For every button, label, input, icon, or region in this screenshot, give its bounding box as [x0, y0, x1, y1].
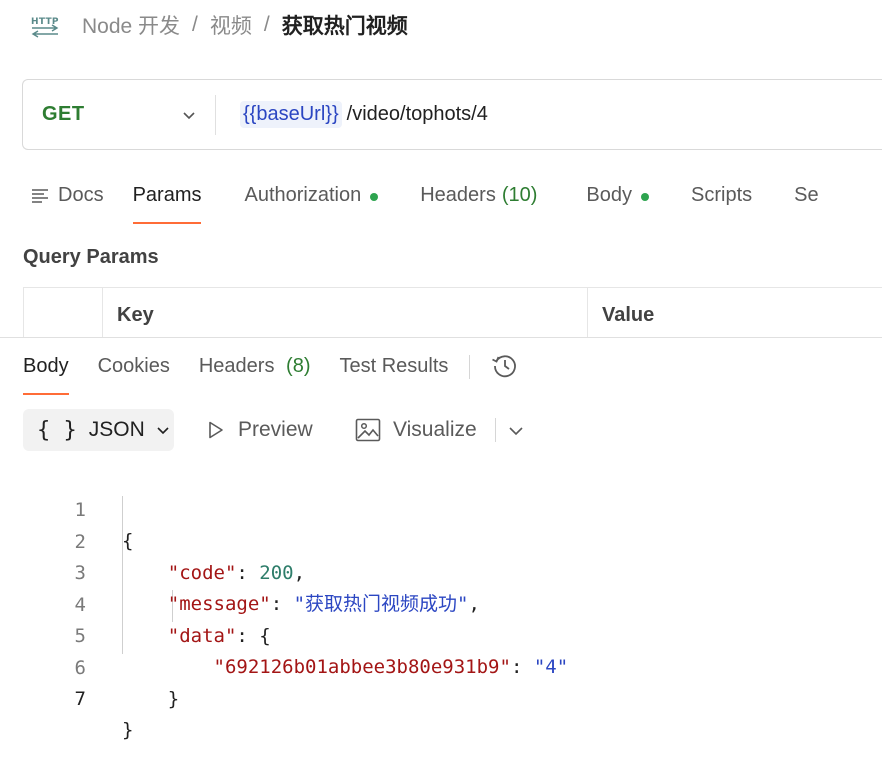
history-icon[interactable] — [491, 352, 519, 380]
query-params-title: Query Params — [23, 246, 159, 268]
params-checkbox-column — [24, 288, 103, 338]
line-number: 1 — [74, 499, 86, 521]
breadcrumb-collection[interactable]: Node 开发 — [82, 10, 180, 40]
response-tabs: Body Cookies Headers (8) Test Results — [23, 340, 519, 395]
code-text: "data": { — [167, 624, 271, 647]
format-select[interactable]: { } JSON — [23, 409, 174, 451]
request-tabs: Docs Params Authorization Headers (10) B… — [31, 174, 819, 224]
response-tab-test-results[interactable]: Test Results — [339, 340, 448, 395]
request-name[interactable]: 获取热门视频 — [282, 10, 408, 40]
code-text: } — [122, 719, 134, 741]
tab-scripts[interactable]: Scripts — [691, 174, 752, 224]
headers-count: (10) — [501, 184, 538, 206]
response-tab-cookies[interactable]: Cookies — [98, 340, 170, 395]
params-value-header: Value — [602, 304, 655, 326]
code-line: 5 "692126b01abbee3b80e931b9": "4" — [0, 590, 569, 678]
tab-docs-label: Docs — [58, 184, 104, 206]
chevron-down-icon — [157, 427, 169, 435]
base-url-variable[interactable]: {{baseUrl}} — [240, 101, 342, 128]
toolbar-divider — [495, 418, 496, 442]
response-tab-body[interactable]: Body — [23, 340, 69, 395]
code-line: 6 } — [0, 622, 180, 710]
tab-body[interactable]: Body — [586, 174, 650, 224]
line-number: 6 — [74, 656, 86, 679]
toolbar-divider — [469, 355, 471, 379]
code-line: 1 { — [0, 464, 134, 552]
code-text: "message": "获取热门视频成功", — [167, 593, 480, 615]
params-table: Key Value — [23, 287, 882, 338]
code-line: 7 } — [0, 653, 134, 741]
code-text: "692126b01abbee3b80e931b9": "4" — [213, 656, 569, 678]
preview-label: Preview — [238, 418, 313, 441]
tab-docs[interactable]: Docs — [31, 174, 104, 224]
status-dot — [370, 193, 379, 201]
method-select[interactable]: GET — [23, 94, 216, 135]
braces-icon: { } — [37, 417, 77, 443]
tab-params[interactable]: Params — [132, 174, 202, 224]
tab-authorization[interactable]: Authorization — [244, 174, 379, 224]
request-bar: GET {{baseUrl}} /video/tophots/4 — [22, 79, 882, 150]
chevron-down-icon[interactable] — [508, 423, 524, 439]
response-tab-headers-label: Headers — [198, 355, 275, 377]
code-line: 3 "message": "获取热门视频成功", — [0, 527, 480, 615]
line-number: 4 — [74, 593, 86, 616]
code-line: 2 "code": 200, — [0, 496, 306, 584]
tab-authorization-label: Authorization — [244, 184, 362, 206]
http-icon: HTTP — [31, 17, 59, 38]
tab-scripts-label: Scripts — [691, 184, 753, 206]
image-icon — [355, 418, 381, 442]
line-number: 3 — [74, 562, 86, 584]
params-key-header: Key — [103, 288, 588, 338]
response-tab-headers[interactable]: Headers (8) — [199, 340, 311, 395]
response-headers-count: (8) — [286, 355, 311, 377]
breadcrumb: HTTP Node 开发 / 视频 / 获取热门视频 — [30, 8, 408, 42]
play-icon — [209, 421, 223, 439]
status-dot — [641, 193, 650, 201]
breadcrumb-separator: / — [263, 13, 270, 36]
format-label: JSON — [88, 418, 145, 441]
visualize-label: Visualize — [393, 418, 477, 441]
url-path: /video/tophots/4 — [346, 103, 488, 125]
pane-divider[interactable] — [0, 337, 882, 338]
url-input[interactable]: {{baseUrl}} /video/tophots/4 — [216, 101, 882, 128]
breadcrumb-folder[interactable]: 视频 — [210, 10, 252, 40]
preview-button[interactable]: Preview — [206, 409, 313, 451]
tab-body-label: Body — [586, 184, 633, 206]
line-number: 7 — [74, 688, 86, 710]
breadcrumb-separator: / — [192, 13, 198, 36]
line-number: 2 — [74, 530, 86, 553]
svg-text:HTTP: HTTP — [31, 17, 59, 27]
code-text: } — [167, 687, 180, 710]
tab-settings[interactable]: Se — [794, 174, 818, 224]
visualize-button[interactable]: Visualize — [355, 409, 477, 451]
line-number: 5 — [74, 625, 86, 647]
code-text: { — [122, 530, 134, 552]
method-label: GET — [42, 103, 85, 125]
docs-icon — [32, 189, 48, 203]
tab-headers[interactable]: Headers (10) — [420, 174, 537, 224]
tab-params-label: Params — [132, 184, 202, 206]
chevron-down-icon — [183, 111, 195, 119]
tab-settings-label: Se — [794, 184, 819, 206]
tab-headers-label: Headers — [420, 184, 496, 206]
code-line: 4 "data": { — [0, 559, 271, 647]
code-text: "code": 200, — [167, 561, 306, 584]
